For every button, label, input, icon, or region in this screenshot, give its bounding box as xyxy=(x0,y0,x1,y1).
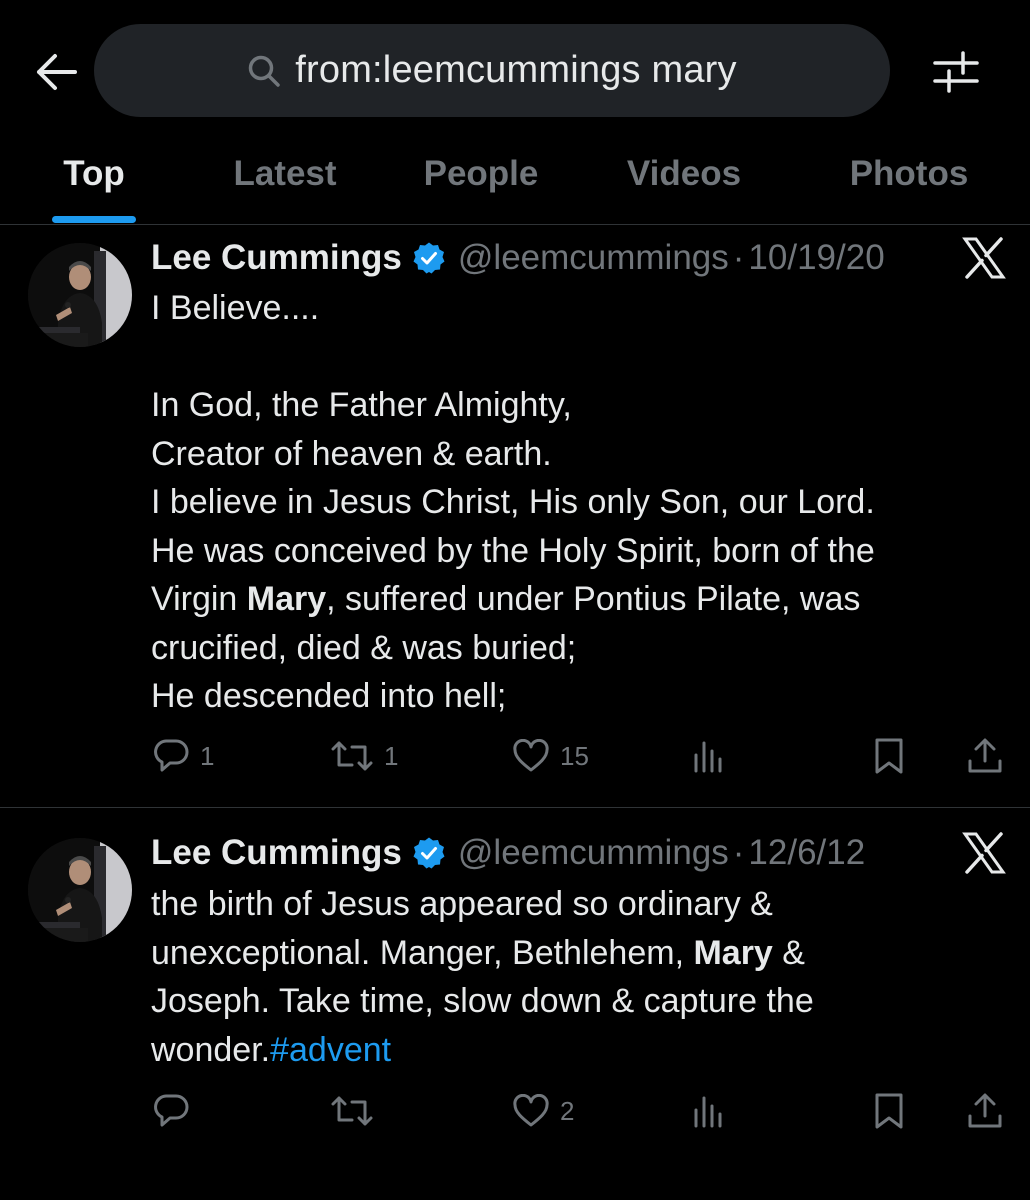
share-button[interactable] xyxy=(966,731,1004,781)
search-tabs: Top Latest People Videos Photos xyxy=(0,140,1030,225)
bookmark-button[interactable] xyxy=(872,731,906,781)
active-tab-indicator xyxy=(52,216,136,223)
share-icon xyxy=(966,737,1004,775)
like-icon xyxy=(512,1094,550,1128)
tweet-text-segment: I Believe.... In God, the Father Almight… xyxy=(151,289,875,618)
repost-button[interactable] xyxy=(330,1086,384,1136)
separator-dot: · xyxy=(732,238,745,277)
hashtag-link[interactable]: #advent xyxy=(270,1031,391,1069)
avatar[interactable] xyxy=(28,838,132,942)
repost-button[interactable]: 1 xyxy=(330,731,398,781)
tweet-header: Lee Cummings @leemcummings · 10/19/20 xyxy=(151,235,885,281)
views-button[interactable] xyxy=(692,731,726,781)
search-term-highlight: Mary xyxy=(246,580,327,618)
verified-badge-icon xyxy=(412,836,446,870)
reply-button[interactable] xyxy=(152,1086,200,1136)
tweet-header: Lee Cummings @leemcummings · 12/6/12 xyxy=(151,830,865,876)
share-button[interactable] xyxy=(966,1086,1004,1136)
tweet[interactable]: Lee Cummings @leemcummings · 12/6/12 the… xyxy=(0,808,1030,1200)
tab-videos[interactable]: Videos xyxy=(616,140,752,224)
bookmark-icon xyxy=(872,737,906,775)
bookmark-button[interactable] xyxy=(872,1086,906,1136)
reply-icon xyxy=(152,738,190,774)
share-icon xyxy=(966,1092,1004,1130)
reply-button[interactable]: 1 xyxy=(152,731,214,781)
tweet-text: the birth of Jesus appeared so ordinary … xyxy=(151,880,981,1074)
x-logo-icon xyxy=(962,832,1008,878)
like-button[interactable]: 15 xyxy=(512,731,589,781)
tab-top[interactable]: Top xyxy=(52,140,136,224)
author-handle[interactable]: @leemcummings xyxy=(458,833,729,873)
bookmark-icon xyxy=(872,1092,906,1130)
author-name[interactable]: Lee Cummings xyxy=(151,238,402,278)
repost-icon xyxy=(330,1093,374,1129)
tab-people[interactable]: People xyxy=(414,140,548,224)
search-query: from:leemcummings mary xyxy=(295,49,737,91)
views-icon xyxy=(692,1094,726,1128)
tweet-date[interactable]: 12/6/12 xyxy=(748,833,865,873)
author-handle[interactable]: @leemcummings xyxy=(458,238,729,278)
tweet[interactable]: Lee Cummings @leemcummings · 10/19/20 I … xyxy=(0,225,1030,807)
reply-count: 1 xyxy=(200,740,215,771)
search-input[interactable]: from:leemcummings mary xyxy=(94,24,890,117)
reply-icon xyxy=(152,1093,190,1129)
verified-badge-icon xyxy=(412,241,446,275)
repost-count: 1 xyxy=(384,740,399,771)
separator-dot: · xyxy=(732,833,745,872)
tweet-text: I Believe.... In God, the Father Almight… xyxy=(151,284,981,721)
tweet-date[interactable]: 10/19/20 xyxy=(748,238,884,278)
views-button[interactable] xyxy=(692,1086,726,1136)
filter-settings-icon[interactable] xyxy=(926,44,986,100)
top-bar: from:leemcummings mary xyxy=(0,0,1030,140)
search-term-highlight: Mary xyxy=(693,933,773,972)
like-count: 15 xyxy=(560,740,589,771)
author-name[interactable]: Lee Cummings xyxy=(151,833,402,873)
tweet-text-segment: the birth of Jesus appeared so ordinary … xyxy=(151,885,773,972)
tab-photos[interactable]: Photos xyxy=(840,140,978,224)
x-logo-icon xyxy=(962,237,1008,283)
tweet-actions: 2 xyxy=(0,1086,1030,1136)
like-count: 2 xyxy=(560,1095,575,1126)
repost-icon xyxy=(330,738,374,774)
tweet-actions: 1 1 15 xyxy=(0,731,1030,781)
views-icon xyxy=(692,739,726,773)
avatar[interactable] xyxy=(28,243,132,347)
like-icon xyxy=(512,739,550,773)
like-button[interactable]: 2 xyxy=(512,1086,574,1136)
tab-latest[interactable]: Latest xyxy=(220,140,350,224)
search-icon xyxy=(247,53,283,89)
back-arrow-icon[interactable] xyxy=(28,44,84,100)
